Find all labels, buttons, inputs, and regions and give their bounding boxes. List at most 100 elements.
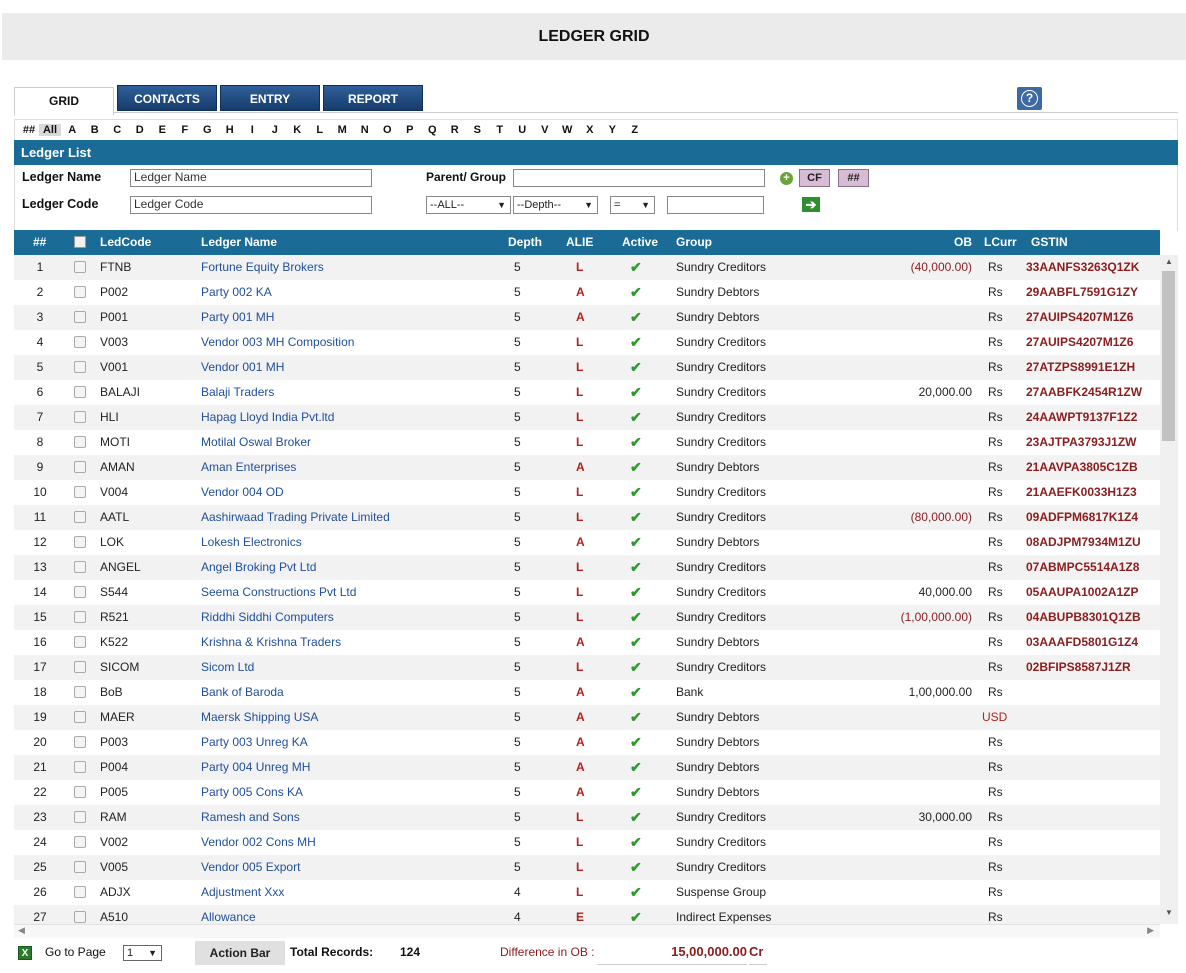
letter-filter-w[interactable]: W: [556, 124, 579, 136]
letter-filter-d[interactable]: D: [129, 124, 152, 136]
table-row[interactable]: 16 K522 Krishna & Krishna Traders 5 A Sundry …: [14, 630, 1160, 655]
letter-filter-v[interactable]: V: [534, 124, 557, 136]
row-checkbox[interactable]: [74, 336, 86, 348]
row-ledger-name[interactable]: Fortune Equity Brokers: [201, 255, 324, 280]
operator-select[interactable]: = ▼: [610, 196, 655, 214]
letter-filter-h[interactable]: H: [219, 124, 242, 136]
col-lcurr[interactable]: LCurr: [984, 230, 1017, 255]
scroll-right-icon[interactable]: ▶: [1147, 925, 1154, 936]
table-row[interactable]: 24 V002 Vendor 002 Cons MH 5 L Sundry Credito…: [14, 830, 1160, 855]
table-row[interactable]: 9 AMAN Aman Enterprises 5 A Sundry Debtors Rs 2…: [14, 455, 1160, 480]
letter-filter-c[interactable]: C: [106, 124, 129, 136]
row-checkbox[interactable]: [74, 636, 86, 648]
col-group[interactable]: Group: [676, 230, 712, 255]
row-checkbox[interactable]: [74, 511, 86, 523]
row-ledger-name[interactable]: Vendor 003 MH Composition: [201, 330, 354, 355]
table-row[interactable]: 23 RAM Ramesh and Sons 5 L Sundry Creditors 30…: [14, 805, 1160, 830]
letter-filter-m[interactable]: M: [331, 124, 354, 136]
letter-filter-g[interactable]: G: [196, 124, 219, 136]
table-row[interactable]: 4 V003 Vendor 003 MH Composition 5 L Sundry C…: [14, 330, 1160, 355]
table-row[interactable]: 25 V005 Vendor 005 Export 5 L Sundry Creditor…: [14, 855, 1160, 880]
row-ledger-name[interactable]: Lokesh Electronics: [201, 530, 302, 555]
table-row[interactable]: 3 P001 Party 001 MH 5 A Sundry Debtors Rs 27AUI…: [14, 305, 1160, 330]
col-ledger-name[interactable]: Ledger Name: [201, 230, 277, 255]
row-ledger-name[interactable]: Vendor 001 MH: [201, 355, 284, 380]
letter-filter-hash[interactable]: ##: [19, 124, 39, 136]
letter-filter-t[interactable]: T: [489, 124, 512, 136]
tab-grid[interactable]: GRID: [14, 87, 114, 116]
scroll-down-icon[interactable]: ▼: [1160, 908, 1178, 922]
table-row[interactable]: 18 BoB Bank of Baroda 5 A Bank 1,00,000.00 Rs ✔: [14, 680, 1160, 705]
row-ledger-name[interactable]: Sicom Ltd: [201, 655, 254, 680]
row-ledger-name[interactable]: Balaji Traders: [201, 380, 274, 405]
page-select[interactable]: 1 ▼: [123, 945, 162, 961]
row-ledger-name[interactable]: Motilal Oswal Broker: [201, 430, 311, 455]
col-alie[interactable]: ALIE: [566, 230, 593, 255]
table-row[interactable]: 12 LOK Lokesh Electronics 5 A Sundry Debtors R…: [14, 530, 1160, 555]
table-row[interactable]: 5 V001 Vendor 001 MH 5 L Sundry Creditors Rs 27…: [14, 355, 1160, 380]
table-row[interactable]: 20 P003 Party 003 Unreg KA 5 A Sundry Debtors…: [14, 730, 1160, 755]
letter-filter-n[interactable]: N: [354, 124, 377, 136]
tab-report[interactable]: REPORT: [323, 85, 423, 111]
row-ledger-name[interactable]: Party 003 Unreg KA: [201, 730, 308, 755]
letter-filter-b[interactable]: B: [84, 124, 107, 136]
row-checkbox[interactable]: [74, 886, 86, 898]
letter-filter-o[interactable]: O: [376, 124, 399, 136]
row-ledger-name[interactable]: Ramesh and Sons: [201, 805, 300, 830]
row-ledger-name[interactable]: Krishna & Krishna Traders: [201, 630, 341, 655]
col-active[interactable]: Active: [622, 230, 658, 255]
row-ledger-name[interactable]: Aman Enterprises: [201, 455, 296, 480]
scroll-up-icon[interactable]: ▲: [1160, 257, 1178, 271]
row-checkbox[interactable]: [74, 486, 86, 498]
letter-filter-u[interactable]: U: [511, 124, 534, 136]
table-row[interactable]: 2 P002 Party 002 KA 5 A Sundry Debtors Rs 29AAB…: [14, 280, 1160, 305]
row-checkbox[interactable]: [74, 861, 86, 873]
row-checkbox[interactable]: [74, 286, 86, 298]
row-checkbox[interactable]: [74, 411, 86, 423]
row-ledger-name[interactable]: Party 002 KA: [201, 280, 272, 305]
col-depth[interactable]: Depth: [508, 230, 542, 255]
row-checkbox[interactable]: [74, 761, 86, 773]
row-checkbox[interactable]: [74, 261, 86, 273]
letter-filter-j[interactable]: J: [264, 124, 287, 136]
excel-icon[interactable]: X: [18, 946, 32, 960]
row-ledger-name[interactable]: Vendor 002 Cons MH: [201, 830, 316, 855]
arrow-right-icon[interactable]: ➔: [802, 197, 820, 212]
tab-contacts[interactable]: CONTACTS: [117, 85, 217, 111]
row-ledger-name[interactable]: Angel Broking Pvt Ltd: [201, 555, 316, 580]
letter-filter-i[interactable]: I: [241, 124, 264, 136]
row-checkbox[interactable]: [74, 561, 86, 573]
row-checkbox[interactable]: [74, 436, 86, 448]
cf-button[interactable]: CF: [799, 169, 830, 187]
table-row[interactable]: 22 P005 Party 005 Cons KA 5 A Sundry Debtors R…: [14, 780, 1160, 805]
table-row[interactable]: 7 HLI Hapag Lloyd India Pvt.ltd 5 L Sundry Cr…: [14, 405, 1160, 430]
row-ledger-name[interactable]: Riddhi Siddhi Computers: [201, 605, 334, 630]
row-checkbox[interactable]: [74, 536, 86, 548]
horizontal-scrollbar[interactable]: ◀ ▶: [14, 924, 1160, 938]
letter-filter-f[interactable]: F: [174, 124, 197, 136]
depth-select[interactable]: --Depth-- ▼: [513, 196, 598, 214]
letter-filter-x[interactable]: X: [579, 124, 602, 136]
plus-circle-icon[interactable]: +: [780, 172, 793, 185]
row-checkbox[interactable]: [74, 686, 86, 698]
letter-filter-l[interactable]: L: [309, 124, 332, 136]
ledger-code-input[interactable]: Ledger Code: [130, 196, 372, 214]
letter-filter-q[interactable]: Q: [421, 124, 444, 136]
ledger-name-input[interactable]: Ledger Name: [130, 169, 372, 187]
table-row[interactable]: 8 MOTI Motilal Oswal Broker 5 L Sundry Credit…: [14, 430, 1160, 455]
table-row[interactable]: 19 MAER Maersk Shipping USA 5 A Sundry Debtor…: [14, 705, 1160, 730]
table-row[interactable]: 15 R521 Riddhi Siddhi Computers 5 L Sundry Cr…: [14, 605, 1160, 630]
action-bar-button[interactable]: Action Bar: [195, 941, 285, 965]
row-ledger-name[interactable]: Seema Constructions Pvt Ltd: [201, 580, 356, 605]
table-row[interactable]: 1 FTNB Fortune Equity Brokers 5 L Sundry Cred…: [14, 255, 1160, 280]
scroll-thumb[interactable]: [1162, 271, 1175, 441]
table-row[interactable]: 10 V004 Vendor 004 OD 5 L Sundry Creditors Rs 2…: [14, 480, 1160, 505]
row-checkbox[interactable]: [74, 361, 86, 373]
depth-value-input[interactable]: [667, 196, 764, 214]
row-ledger-name[interactable]: Party 001 MH: [201, 305, 274, 330]
row-ledger-name[interactable]: Hapag Lloyd India Pvt.ltd: [201, 405, 334, 430]
letter-filter-z[interactable]: Z: [624, 124, 647, 136]
row-checkbox[interactable]: [74, 811, 86, 823]
row-ledger-name[interactable]: Bank of Baroda: [201, 680, 284, 705]
table-row[interactable]: 13 ANGEL Angel Broking Pvt Ltd 5 L Sundry Cre…: [14, 555, 1160, 580]
